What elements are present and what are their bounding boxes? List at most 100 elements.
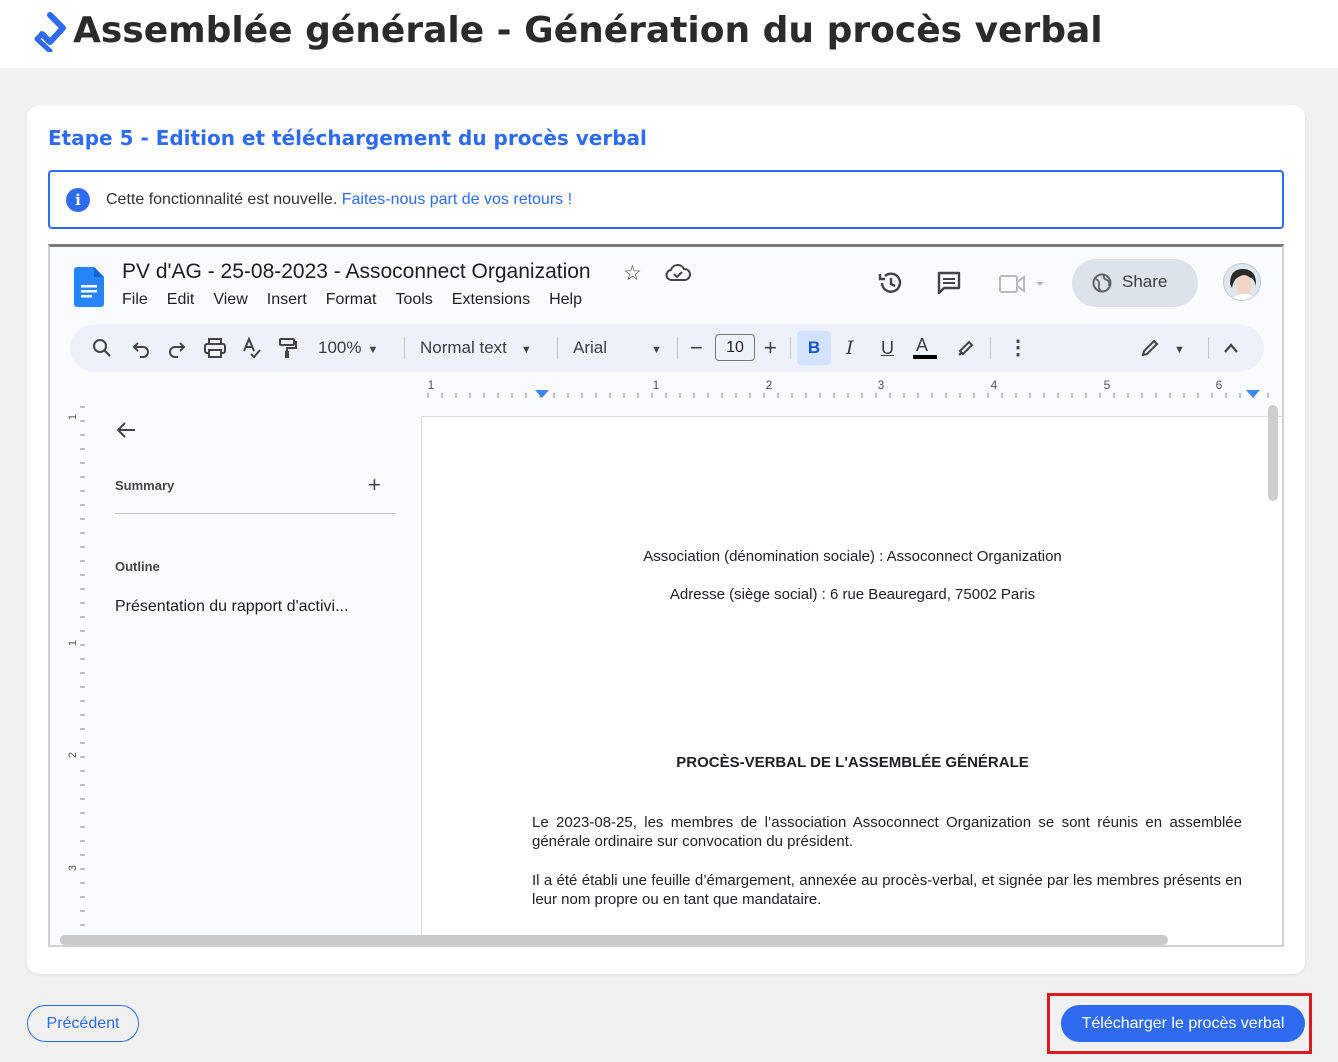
document-heading: PROCÈS-VERBAL DE L'ASSEMBLÉE GÉNÉRALE (676, 754, 1029, 771)
gdoc-title[interactable]: PV d'AG - 25-08-2023 - Assoconnect Organ… (122, 260, 591, 284)
toolbar-divider (990, 337, 991, 359)
back-arrow-icon[interactable] (114, 418, 138, 442)
toolbar-divider (557, 337, 558, 359)
style-value: Normal text (420, 338, 507, 357)
menu-extensions[interactable]: Extensions (452, 291, 530, 309)
chevron-down-icon: ▼ (367, 344, 379, 356)
chevron-down-icon: ▼ (520, 344, 532, 356)
avatar[interactable] (1223, 263, 1261, 301)
bold-button[interactable]: B (797, 331, 831, 365)
redo-icon[interactable] (168, 340, 186, 358)
ruler-label: 6 (1216, 378, 1223, 392)
ruler-label: 4 (991, 378, 998, 392)
menu-edit[interactable]: Edit (167, 291, 195, 309)
star-icon[interactable]: ☆ (623, 261, 642, 286)
google-doc-embed: PV d'AG - 25-08-2023 - Assoconnect Organ… (48, 244, 1284, 947)
paragraph-attendance: Il a été établi une feuille d’émargement… (532, 872, 1242, 908)
summary-label: Summary (115, 478, 175, 493)
paragraph-meeting: Le 2023-08-25, les membres de l’associat… (532, 814, 1242, 850)
menu-tools[interactable]: Tools (395, 291, 432, 309)
search-menus-icon[interactable] (92, 338, 112, 358)
cloud-saved-icon[interactable] (665, 263, 691, 283)
page-title: Assemblée générale - Génération du procè… (73, 10, 1103, 51)
vertical-ruler[interactable]: 1 1 2 3 (68, 403, 86, 933)
ruler-label: 1 (653, 378, 660, 392)
editing-mode-dropdown[interactable]: ▼ (1168, 325, 1185, 371)
zoom-select[interactable]: 100% ▼ (318, 325, 378, 371)
font-size-input[interactable]: 10 (715, 334, 755, 361)
paint-format-icon[interactable] (278, 337, 298, 359)
right-indent-marker[interactable] (1246, 390, 1260, 398)
info-icon: i (66, 188, 90, 212)
info-text: Cette fonctionnalité est nouvelle. Faite… (106, 191, 572, 209)
feedback-link[interactable]: Faites-nous part de vos retours ! (342, 191, 572, 208)
menu-insert[interactable]: Insert (267, 291, 307, 309)
association-name-line: Association (dénomination sociale) : Ass… (643, 548, 1062, 565)
app-header: Assemblée générale - Génération du procè… (0, 0, 1338, 68)
ruler-label: 5 (1104, 378, 1111, 392)
more-options-icon[interactable]: ⋮ (1008, 325, 1028, 371)
toolbar-divider (790, 337, 791, 359)
editing-mode-pencil-icon[interactable] (1140, 338, 1160, 358)
outline-item[interactable]: Présentation du rapport d'activi... (115, 598, 385, 616)
spellcheck-icon[interactable] (242, 337, 262, 359)
horizontal-ruler[interactable]: 1 1 2 3 4 5 6 (68, 377, 1278, 399)
text-color-swatch (913, 355, 937, 359)
association-address-line: Adresse (siège social) : 6 rue Beauregar… (669, 586, 1036, 603)
previous-button[interactable]: Précédent (27, 1005, 139, 1042)
gdoc-menubar: File Edit View Insert Format Tools Exten… (122, 291, 601, 309)
ruler-label: 3 (68, 865, 79, 871)
undo-icon[interactable] (132, 340, 150, 358)
assoconnect-logo-icon (34, 12, 66, 52)
toolbar-divider (404, 337, 405, 359)
text-color-label: A (916, 335, 929, 355)
font-value: Arial (573, 338, 608, 357)
info-banner: i Cette fonctionnalité est nouvelle. Fai… (48, 170, 1284, 229)
ruler-label: 1 (428, 378, 435, 392)
avatar-image (1224, 264, 1260, 300)
outline-label: Outline (115, 559, 160, 574)
collapse-menus-icon[interactable] (1222, 341, 1240, 355)
ruler-label: 1 (68, 414, 79, 420)
menu-help[interactable]: Help (549, 291, 582, 309)
menu-file[interactable]: File (122, 291, 148, 309)
google-docs-icon (74, 267, 104, 307)
add-summary-icon[interactable]: + (368, 472, 381, 498)
print-icon[interactable] (204, 338, 226, 358)
toolbar-divider (677, 337, 678, 359)
info-message: Cette fonctionnalité est nouvelle. (106, 191, 338, 208)
toolbar-divider (1208, 337, 1209, 359)
zoom-value: 100% (318, 338, 362, 357)
share-button[interactable]: Share (1072, 259, 1198, 307)
menu-format[interactable]: Format (326, 291, 377, 309)
gdoc-body: 1 1 2 3 Summary + Outline Présentation du r… (68, 398, 1282, 945)
highlight-color-icon[interactable] (956, 338, 976, 358)
menu-view[interactable]: View (213, 291, 247, 309)
left-indent-marker[interactable] (535, 390, 549, 398)
ruler-label: 2 (766, 378, 773, 392)
italic-button[interactable]: I (846, 325, 854, 371)
ruler-label: 2 (68, 752, 79, 758)
main-card: Etape 5 - Edition et téléchargement du p… (27, 105, 1305, 974)
font-select[interactable]: Arial ▼ (573, 325, 662, 371)
text-color-button[interactable]: A (913, 325, 937, 371)
document-page[interactable]: Association (dénomination sociale) : Ass… (421, 416, 1282, 945)
chevron-down-icon: ▼ (651, 344, 662, 356)
increase-font-size-button[interactable]: + (764, 325, 777, 371)
comment-icon[interactable] (935, 269, 963, 297)
decrease-font-size-button[interactable]: − (690, 325, 703, 371)
vertical-scrollbar[interactable] (1268, 405, 1278, 501)
style-select[interactable]: Normal text ▼ (420, 325, 532, 371)
gdoc-header: PV d'AG - 25-08-2023 - Assoconnect Organ… (50, 247, 1282, 323)
meet-icon[interactable] (998, 271, 1048, 297)
globe-icon (1092, 273, 1112, 293)
share-label: Share (1122, 272, 1168, 291)
step-title: Etape 5 - Edition et téléchargement du p… (48, 126, 647, 150)
ruler-label: 1 (68, 640, 79, 646)
download-pv-button[interactable]: Télécharger le procès verbal (1061, 1005, 1305, 1042)
version-history-icon[interactable] (877, 269, 905, 297)
gdoc-toolbar: 100% ▼ Normal text ▼ Arial ▼ − 10 + B I U A… (70, 325, 1264, 371)
underline-button[interactable]: U (881, 325, 894, 371)
horizontal-scrollbar[interactable] (60, 935, 1168, 945)
outline-divider (115, 513, 396, 514)
